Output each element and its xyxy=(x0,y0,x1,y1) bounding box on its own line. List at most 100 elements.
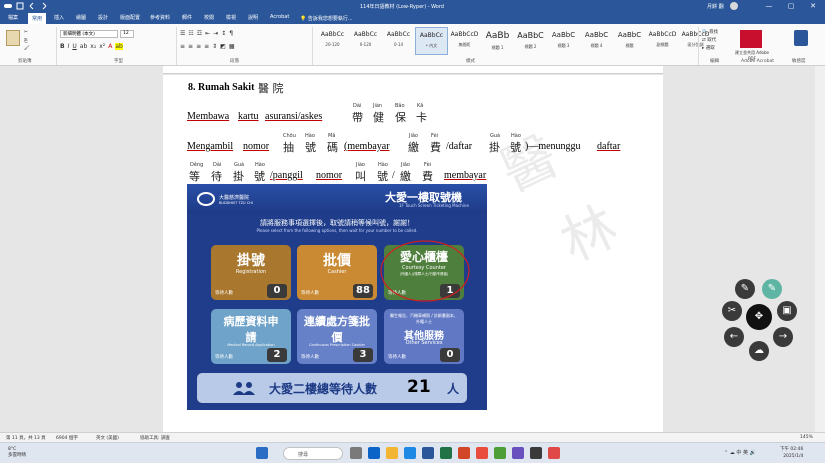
autosave-icon[interactable] xyxy=(4,2,12,10)
style-tile[interactable]: AaBbC 標題 3 xyxy=(547,27,580,55)
copy-icon[interactable]: ⎘ xyxy=(24,38,28,44)
style-tile[interactable]: AaBbCc 20-120 xyxy=(316,27,349,55)
move-center-icon[interactable]: ✥ xyxy=(746,304,772,330)
style-tile[interactable]: AaBbCc 0-14 xyxy=(382,27,415,55)
kiosk-cashier-button[interactable]: 批價 Cashier 等待人數 88 xyxy=(297,245,377,300)
line-spacing-icon[interactable]: ⇕ xyxy=(212,43,217,50)
tab-draw[interactable]: 繪圖 xyxy=(76,14,86,21)
tab-design[interactable]: 設計 xyxy=(98,14,108,21)
align-left-icon[interactable]: ≡ xyxy=(180,43,185,50)
style-tile[interactable]: AaBbCcD 無間距 xyxy=(448,27,481,55)
align-right-icon[interactable]: ≡ xyxy=(196,43,201,50)
task-view-icon[interactable] xyxy=(350,447,362,459)
tab-review[interactable]: 校閱 xyxy=(204,14,214,21)
back-arrow-icon[interactable]: ← xyxy=(724,327,744,347)
zoom-level[interactable]: 145% xyxy=(800,435,813,440)
word-count[interactable]: 6904 個字 xyxy=(56,435,78,441)
multilevel-icon[interactable]: ☲ xyxy=(197,30,202,37)
save-icon[interactable] xyxy=(16,2,24,10)
highlight-icon[interactable]: ab xyxy=(115,43,123,50)
redo-icon[interactable] xyxy=(40,2,48,10)
increase-indent-icon[interactable]: ⇥ xyxy=(213,30,218,37)
italic-icon[interactable]: I xyxy=(68,43,70,50)
style-tile[interactable]: AaBbC 標題 xyxy=(613,27,646,55)
style-tile[interactable]: AaBbC 標題 4 xyxy=(580,27,613,55)
style-tile[interactable]: AaBbCcD 副標題 xyxy=(646,27,679,55)
tab-layout[interactable]: 版面配置 xyxy=(120,14,140,21)
forward-arrow-icon[interactable]: → xyxy=(773,327,793,347)
clock[interactable]: 下午 02:46 2025/1/4 xyxy=(780,446,803,460)
maximize-button[interactable]: ▢ xyxy=(782,0,800,12)
start-icon[interactable] xyxy=(256,447,268,459)
font-name-select[interactable]: 新細明體 (本文) xyxy=(60,30,118,38)
font-size-select[interactable]: 12 xyxy=(120,30,134,38)
font-color-icon[interactable]: A xyxy=(108,43,112,50)
cloud-icon[interactable]: ☁ xyxy=(749,341,769,361)
accessibility-status[interactable]: 協助工具: 調查 xyxy=(140,435,170,441)
edge-icon[interactable] xyxy=(368,447,380,459)
underline-icon[interactable]: U xyxy=(72,43,76,50)
close-button[interactable]: ✕ xyxy=(804,0,822,12)
style-tile-selected[interactable]: AaBbCc • 內文 xyxy=(415,27,448,55)
decrease-indent-icon[interactable]: ⇤ xyxy=(205,30,210,37)
align-center-icon[interactable]: ≡ xyxy=(188,43,193,50)
file-explorer-icon[interactable] xyxy=(386,447,398,459)
ime-mode[interactable]: 英 xyxy=(743,450,748,456)
borders-icon[interactable]: ▦ xyxy=(229,43,235,50)
kiosk-other-services-button[interactable]: 醫生報告、汽機車補照 / 診斷書副本、外籍人士 其他服務 Other Servi… xyxy=(384,309,464,364)
superscript-icon[interactable]: x² xyxy=(99,43,105,50)
kiosk-prescription-cashier-button[interactable]: 連續處方箋批價 Continuous Prescription Cashier … xyxy=(297,309,377,364)
style-tile[interactable]: AaBbC 標題 2 xyxy=(514,27,547,55)
tab-home[interactable]: 常用 xyxy=(28,13,47,24)
app-icon[interactable] xyxy=(548,447,560,459)
bullets-icon[interactable]: ☰ xyxy=(180,30,185,37)
bold-icon[interactable]: B xyxy=(60,43,65,50)
shading-icon[interactable]: ◩ xyxy=(220,43,226,50)
language[interactable]: 英文 (美國) xyxy=(96,435,119,441)
undo-icon[interactable] xyxy=(28,2,36,10)
system-tray[interactable]: ⌃ ☁ 中 英 🔊 xyxy=(724,449,756,456)
format-painter-icon[interactable]: 🖌 xyxy=(24,46,30,51)
tab-help[interactable]: 說明 xyxy=(248,14,258,21)
line-icon[interactable] xyxy=(494,447,506,459)
cut-tool-icon[interactable]: ✂ xyxy=(722,301,742,321)
excel-icon[interactable] xyxy=(440,447,452,459)
replace-button[interactable]: ⇄ 取代 xyxy=(702,37,718,45)
tab-mailings[interactable]: 郵件 xyxy=(182,14,192,21)
horizontal-ruler[interactable] xyxy=(163,66,663,74)
kiosk-medical-record-button[interactable]: 病歷資料申請 Medical Record Application 等待人數 2 xyxy=(211,309,291,364)
tab-file[interactable]: 檔案 xyxy=(8,14,18,21)
numbering-icon[interactable]: ☷ xyxy=(188,30,193,37)
tell-me-search[interactable]: 💡 告訴我您想要執行... xyxy=(300,15,353,22)
page-count[interactable]: 第 11 頁，共 13 頁 xyxy=(6,435,46,441)
store-icon[interactable] xyxy=(404,447,416,459)
weather-widget[interactable]: 8°C 多雲時晴 xyxy=(8,447,26,459)
tab-view[interactable]: 檢視 xyxy=(226,14,236,21)
app-icon[interactable] xyxy=(530,447,542,459)
select-button[interactable]: ▸ 選取 xyxy=(702,45,718,53)
powerpoint-icon[interactable] xyxy=(458,447,470,459)
tab-acrobat[interactable]: Acrobat xyxy=(270,14,289,20)
word-icon[interactable] xyxy=(422,447,434,459)
adobe-pdf-icon[interactable] xyxy=(740,30,762,48)
avatar[interactable] xyxy=(730,2,738,10)
taskbar-search[interactable]: 搜尋 xyxy=(283,447,343,460)
strikethrough-icon[interactable]: ab xyxy=(80,43,88,50)
sort-icon[interactable]: ↕ xyxy=(221,30,226,37)
style-tile[interactable]: AaBb 標題 1 xyxy=(481,27,514,55)
tab-insert[interactable]: 插入 xyxy=(54,14,64,21)
chrome-icon[interactable] xyxy=(476,447,488,459)
kiosk-registration-button[interactable]: 掛號 Registration 等待人數 0 xyxy=(211,245,291,300)
minimize-button[interactable]: — xyxy=(760,0,778,12)
subscript-icon[interactable]: x₂ xyxy=(90,43,96,50)
paste-icon[interactable] xyxy=(6,30,20,46)
cut-icon[interactable]: ✂ xyxy=(24,30,28,35)
kiosk-screenshot-image[interactable]: 大醫慈濟醫院 BUDDHIST TZU CHI 大愛一樓取號機 1F Touch… xyxy=(187,184,487,410)
justify-icon[interactable]: ≡ xyxy=(204,43,209,50)
tab-references[interactable]: 參考資料 xyxy=(150,14,170,21)
pen-tool-icon[interactable]: ✎ xyxy=(735,279,755,299)
style-tile[interactable]: AaBbCc 0-120 xyxy=(349,27,382,55)
screen-tool-icon[interactable]: ▣ xyxy=(777,301,797,321)
find-button[interactable]: 🔍 尋找 xyxy=(702,29,718,37)
ime-language[interactable]: 中 xyxy=(736,450,741,456)
